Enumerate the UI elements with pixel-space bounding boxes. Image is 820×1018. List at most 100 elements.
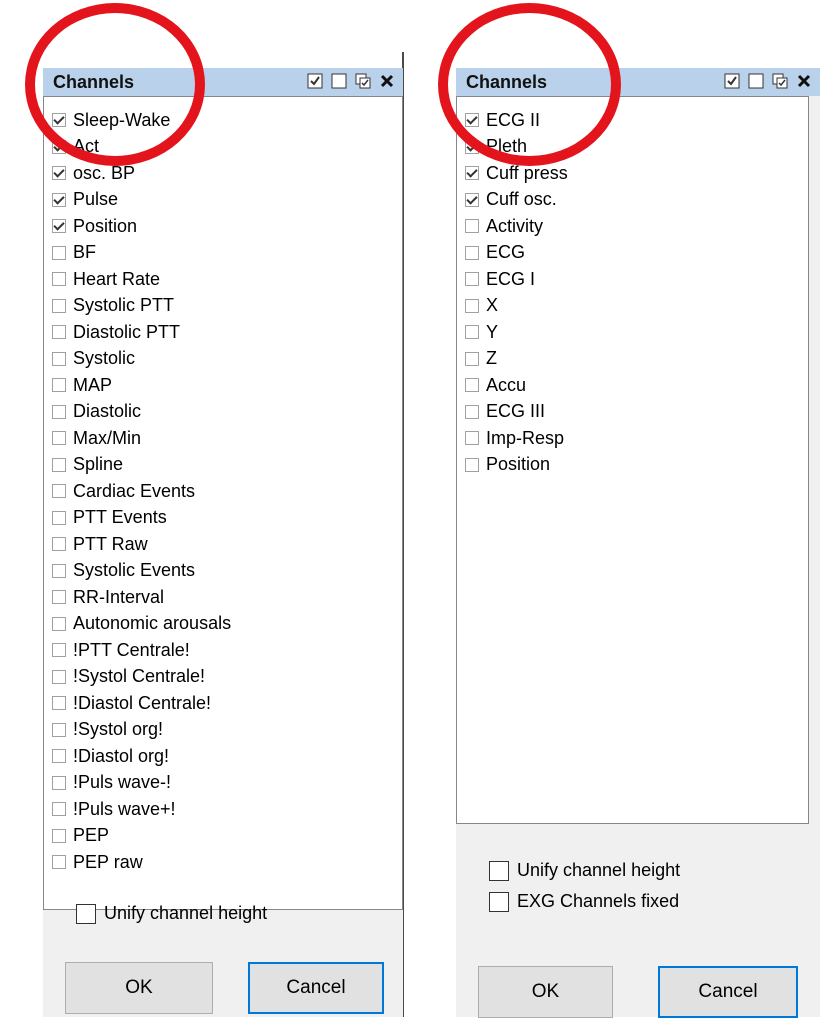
ok-button[interactable]: OK: [65, 962, 213, 1014]
cancel-button[interactable]: Cancel: [248, 962, 384, 1014]
channel-checkbox[interactable]: [52, 510, 66, 525]
channel-item[interactable]: Position: [52, 213, 231, 240]
uncheck-all-icon[interactable]: [748, 73, 764, 89]
channel-item[interactable]: Autonomic arousals: [52, 611, 231, 638]
channel-item[interactable]: Heart Rate: [52, 266, 231, 293]
channel-checkbox[interactable]: [52, 669, 66, 684]
channel-checkbox[interactable]: [52, 722, 66, 737]
channel-checkbox[interactable]: [465, 351, 479, 366]
channel-checkbox[interactable]: [52, 696, 66, 711]
toggle-icon[interactable]: [772, 73, 788, 89]
channel-item[interactable]: PEP raw: [52, 849, 231, 876]
ok-button[interactable]: OK: [478, 966, 613, 1018]
unify-height-checkbox[interactable]: [76, 903, 96, 924]
channel-item[interactable]: ECG II: [465, 107, 568, 134]
channel-checkbox[interactable]: [465, 272, 479, 287]
channel-checkbox[interactable]: [52, 325, 66, 340]
channel-item[interactable]: !Puls wave-!: [52, 770, 231, 797]
channel-item[interactable]: Z: [465, 346, 568, 373]
channel-item[interactable]: RR-Interval: [52, 584, 231, 611]
channel-checkbox[interactable]: [465, 298, 479, 313]
channel-checkbox[interactable]: [52, 139, 66, 154]
channel-checkbox[interactable]: [465, 325, 479, 340]
channel-item[interactable]: !Diastol org!: [52, 743, 231, 770]
channel-checkbox[interactable]: [52, 192, 66, 207]
channel-item[interactable]: Diastolic PTT: [52, 319, 231, 346]
channel-checkbox[interactable]: [52, 404, 66, 419]
channel-checkbox[interactable]: [52, 749, 66, 764]
cancel-button[interactable]: Cancel: [658, 966, 798, 1018]
channel-checkbox[interactable]: [52, 855, 66, 870]
channel-item[interactable]: Y: [465, 319, 568, 346]
channel-checkbox[interactable]: [465, 192, 479, 207]
channel-item[interactable]: Cardiac Events: [52, 478, 231, 505]
channel-item[interactable]: Diastolic: [52, 399, 231, 426]
channel-checkbox[interactable]: [52, 616, 66, 631]
channel-item[interactable]: !Diastol Centrale!: [52, 690, 231, 717]
channel-checkbox[interactable]: [465, 404, 479, 419]
channel-checkbox[interactable]: [52, 643, 66, 658]
exg-fixed-checkbox[interactable]: [489, 891, 509, 912]
channel-item[interactable]: PEP: [52, 823, 231, 850]
channel-item[interactable]: MAP: [52, 372, 231, 399]
unify-height-option[interactable]: Unify channel height: [76, 903, 267, 924]
close-icon[interactable]: [796, 73, 812, 89]
channel-checkbox[interactable]: [52, 802, 66, 817]
channel-checkbox[interactable]: [52, 245, 66, 260]
channel-item[interactable]: !Systol Centrale!: [52, 664, 231, 691]
channel-item[interactable]: ECG: [465, 240, 568, 267]
channel-checkbox[interactable]: [465, 431, 479, 446]
close-icon[interactable]: [379, 73, 395, 89]
channel-item[interactable]: PTT Events: [52, 505, 231, 532]
channel-item[interactable]: Systolic PTT: [52, 293, 231, 320]
channel-item[interactable]: Systolic: [52, 346, 231, 373]
channel-item[interactable]: Sleep-Wake: [52, 107, 231, 134]
channel-item[interactable]: Act: [52, 134, 231, 161]
channel-checkbox[interactable]: [52, 351, 66, 366]
channel-item[interactable]: ECG III: [465, 399, 568, 426]
channel-checkbox[interactable]: [52, 775, 66, 790]
channel-checkbox[interactable]: [52, 563, 66, 578]
channel-item[interactable]: Imp-Resp: [465, 425, 568, 452]
channel-checkbox[interactable]: [52, 431, 66, 446]
channel-item[interactable]: BF: [52, 240, 231, 267]
channel-checkbox[interactable]: [52, 219, 66, 234]
channel-checkbox[interactable]: [52, 828, 66, 843]
channel-item[interactable]: osc. BP: [52, 160, 231, 187]
channel-item[interactable]: Cuff osc.: [465, 187, 568, 214]
channel-checkbox[interactable]: [52, 537, 66, 552]
channel-item[interactable]: !PTT Centrale!: [52, 637, 231, 664]
channel-item[interactable]: Spline: [52, 452, 231, 479]
exg-fixed-option[interactable]: EXG Channels fixed: [489, 891, 679, 912]
channel-checkbox[interactable]: [52, 272, 66, 287]
channel-checkbox[interactable]: [52, 457, 66, 472]
unify-height-checkbox[interactable]: [489, 860, 509, 881]
channel-item[interactable]: Position: [465, 452, 568, 479]
channel-checkbox[interactable]: [465, 245, 479, 260]
channel-checkbox[interactable]: [465, 139, 479, 154]
channel-item[interactable]: Systolic Events: [52, 558, 231, 585]
channel-checkbox[interactable]: [52, 298, 66, 313]
channel-item[interactable]: Pleth: [465, 134, 568, 161]
channel-item[interactable]: Pulse: [52, 187, 231, 214]
channel-checkbox[interactable]: [52, 113, 66, 128]
channel-item[interactable]: Max/Min: [52, 425, 231, 452]
channel-item[interactable]: !Puls wave+!: [52, 796, 231, 823]
check-all-icon[interactable]: [724, 73, 740, 89]
check-all-icon[interactable]: [307, 73, 323, 89]
uncheck-all-icon[interactable]: [331, 73, 347, 89]
channel-item[interactable]: Accu: [465, 372, 568, 399]
channel-checkbox[interactable]: [52, 484, 66, 499]
channel-checkbox[interactable]: [465, 457, 479, 472]
channel-item[interactable]: PTT Raw: [52, 531, 231, 558]
channel-item[interactable]: !Systol org!: [52, 717, 231, 744]
channel-checkbox[interactable]: [465, 219, 479, 234]
channel-item[interactable]: Cuff press: [465, 160, 568, 187]
channel-item[interactable]: ECG I: [465, 266, 568, 293]
channel-checkbox[interactable]: [465, 378, 479, 393]
channel-checkbox[interactable]: [465, 113, 479, 128]
channel-checkbox[interactable]: [52, 378, 66, 393]
channel-item[interactable]: X: [465, 293, 568, 320]
channel-checkbox[interactable]: [465, 166, 479, 181]
channel-item[interactable]: Activity: [465, 213, 568, 240]
